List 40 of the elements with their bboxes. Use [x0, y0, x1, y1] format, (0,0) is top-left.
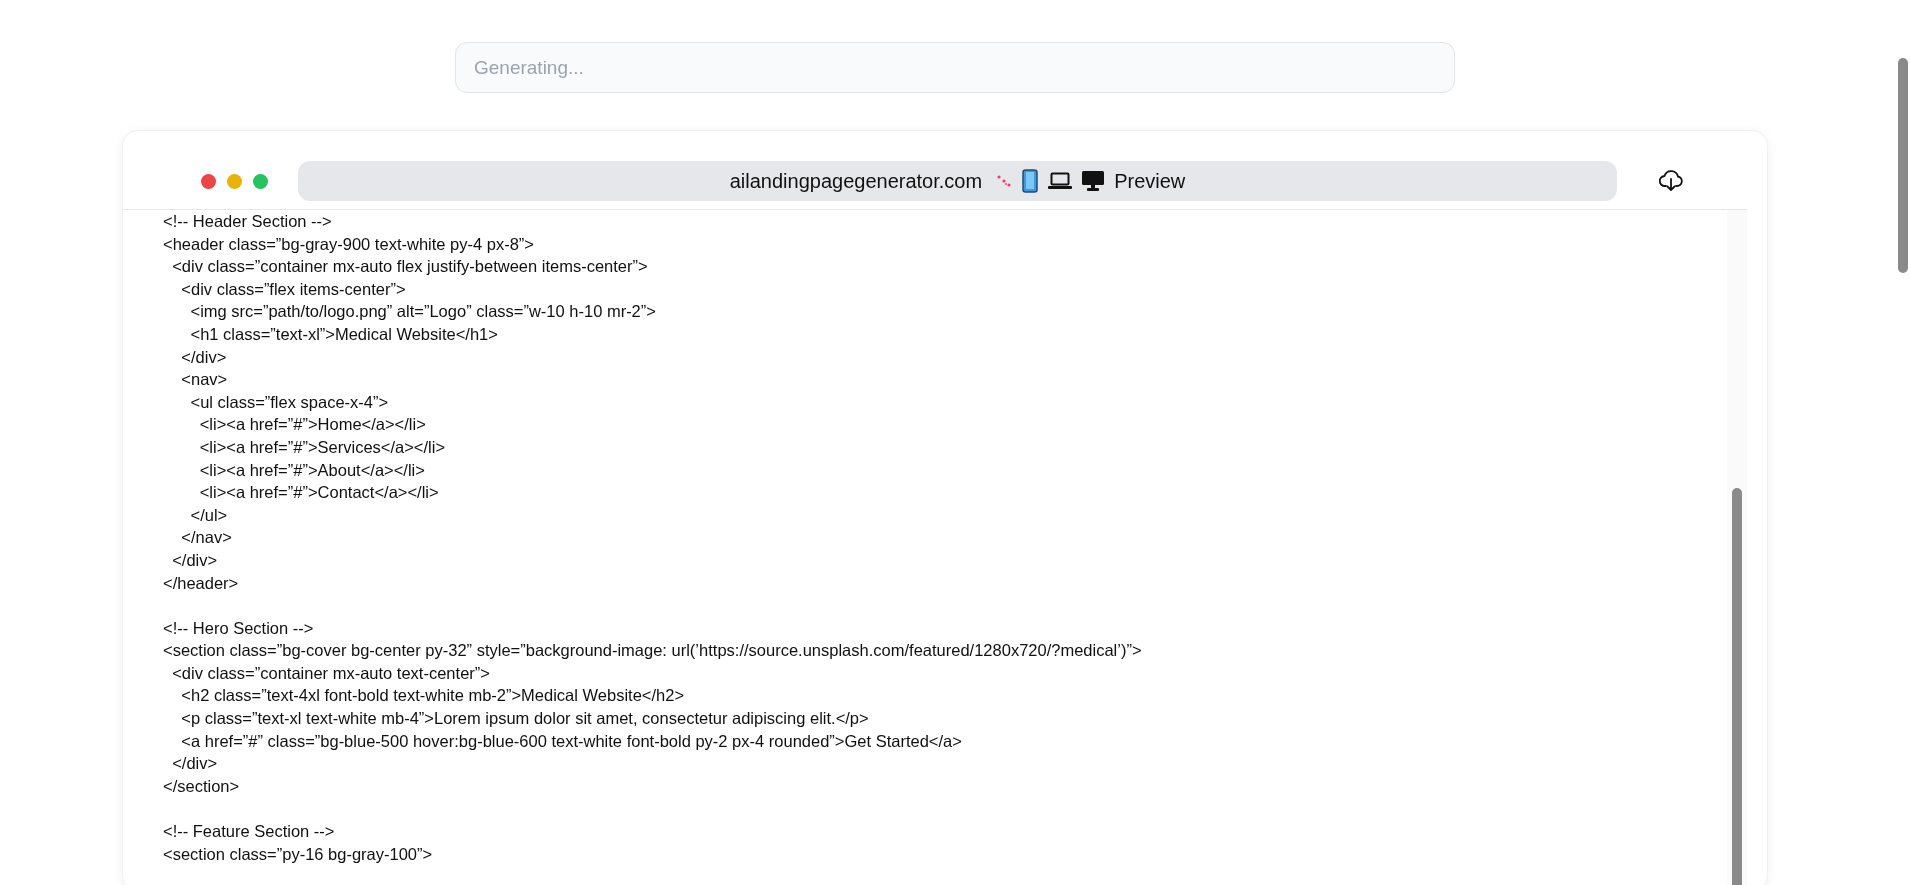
minimize-dot-icon — [227, 173, 242, 189]
preview-label[interactable]: Preview — [1114, 169, 1186, 193]
code-line: <li><a href=”#”>About</a></li> — [198, 459, 425, 481]
cloud-download-icon — [1659, 170, 1683, 192]
code-line: <h2 class=”text-4xl font-bold text-white mb-2”>Medical Website</h2> — [180, 685, 685, 707]
download-button[interactable] — [1657, 168, 1685, 194]
code-line: <img src=”path/to/logo.png” alt=”Logo” class=”w-10 h-10 mr-2”> — [189, 301, 656, 323]
maximize-dot-icon — [253, 173, 268, 189]
code-line: <li><a href=”#”>Services</a></li> — [198, 436, 446, 458]
code-line: </header> — [163, 572, 239, 594]
desktop-icon[interactable] — [1082, 171, 1105, 191]
code-line: <!-- Hero Section --> — [163, 617, 314, 639]
code-line: <section class=”bg-cover bg-center py-32” style=”background-image: url(’https://source.unsplash.com/featured/1280x720/?medical’)”> — [163, 640, 1142, 662]
code-line: </div> — [171, 549, 218, 571]
code-line: <header class=”bg-gray-900 text-white py-4 px-8”> — [163, 233, 534, 255]
code-line: <section class=”py-16 bg-gray-100”> — [163, 843, 433, 865]
code-line: <div class=”container mx-auto text-center”> — [171, 662, 490, 684]
address-text: ailandingpagegenerator.com — [729, 169, 983, 193]
phone-icon[interactable] — [1022, 169, 1039, 193]
close-dot-icon — [201, 173, 216, 189]
code-line: <ul class=”flex space-x-4”> — [189, 391, 389, 413]
page-scrollbar[interactable] — [1898, 58, 1908, 273]
code-line: <nav> — [180, 369, 228, 391]
code-line: <li><a href=”#”>Home</a></li> — [198, 414, 426, 436]
code-line: <!-- Header Section --> — [163, 211, 332, 232]
code-line: <h1 class=”text-xl”>Medical Website</h1> — [189, 323, 498, 345]
code-line: </ul> — [189, 504, 228, 526]
code-line: <div class=”flex items-center”> — [180, 278, 406, 300]
code-line: <a href=”#” class=”bg-blue-500 hover:bg-blue-600 text-white font-bold py-2 px-4 rounded”>Get Started</a> — [180, 730, 962, 752]
dots-icon[interactable] — [996, 173, 1013, 189]
code-line: </section> — [163, 775, 240, 797]
code-line: </div> — [171, 753, 218, 775]
code-line: </nav> — [180, 527, 232, 549]
code-line: </div> — [180, 346, 227, 368]
code-line: <p class=”text-xl text-white mb-4”>Lorem ipsum dolor sit amet, consectetur adipiscing elit.</p> — [180, 708, 869, 730]
code-line: <div class=”container mx-auto flex justify-between items-center”> — [171, 256, 648, 278]
code-line: <li><a href=”#”>Contact</a></li> — [198, 482, 439, 504]
laptop-icon[interactable] — [1048, 172, 1073, 190]
prompt-field[interactable]: Generating... — [455, 42, 1455, 93]
code-line: <!-- Feature Section --> — [163, 821, 335, 843]
